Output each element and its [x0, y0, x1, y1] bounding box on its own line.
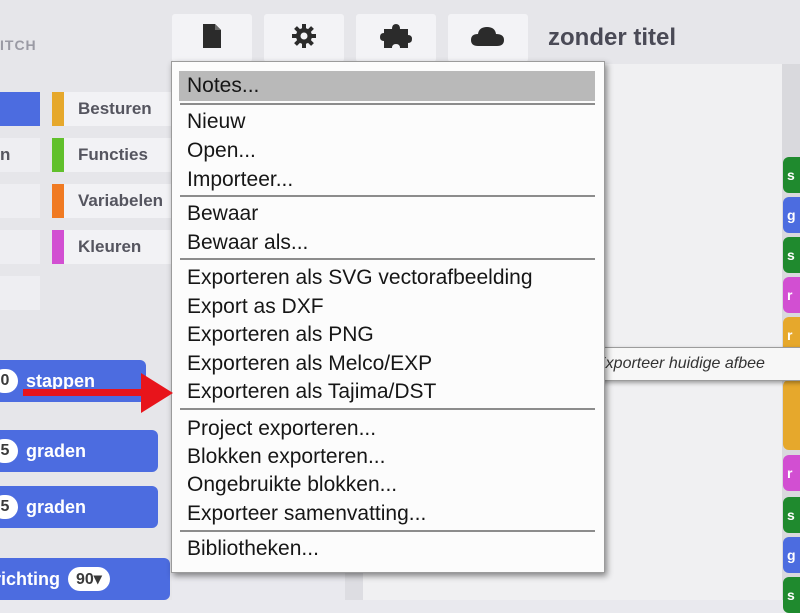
project-title: zonder titel	[548, 24, 677, 51]
menu-item-export-svg[interactable]: Exporteren als SVG vectorafbeelding	[187, 266, 533, 290]
menu-item-export-melco[interactable]: Exporteren als Melco/EXP	[187, 352, 432, 376]
category-color-bar	[52, 184, 64, 218]
menu-separator	[180, 195, 595, 197]
menu-item-notes[interactable]: Notes...	[179, 71, 595, 101]
menu-separator	[180, 103, 595, 105]
script-block[interactable]	[783, 380, 800, 450]
category-label: n	[0, 145, 11, 164]
direction-dropdown[interactable]: 90▾	[68, 567, 110, 591]
category-left-2[interactable]: n	[0, 138, 40, 172]
gear-icon	[290, 22, 318, 55]
block-label: graden	[26, 440, 87, 461]
script-block[interactable]: r	[783, 455, 800, 491]
menu-item-open[interactable]: Open...	[187, 139, 256, 163]
cloud-button[interactable]	[448, 14, 528, 62]
menu-item-save[interactable]: Bewaar	[187, 202, 258, 226]
category-left-3[interactable]	[0, 184, 40, 218]
menu-separator	[180, 258, 595, 260]
steps-input[interactable]: 0	[0, 369, 18, 393]
menu-item-export-blocks[interactable]: Blokken exporteren...	[187, 445, 385, 469]
category-functions[interactable]: Functies	[52, 138, 172, 172]
script-block[interactable]: s	[783, 577, 800, 613]
file-icon	[201, 23, 223, 54]
menu-item-import[interactable]: Importeer...	[187, 168, 293, 192]
settings-button[interactable]	[264, 14, 344, 62]
menu-item-export-project[interactable]: Project exporteren...	[187, 417, 376, 441]
block-label: richting	[0, 568, 60, 589]
top-bar: ITCH zonder titel	[0, 0, 800, 64]
script-block[interactable]: g	[783, 537, 800, 573]
script-block[interactable]: s	[783, 497, 800, 533]
category-color-bar	[52, 138, 64, 172]
category-motion[interactable]	[0, 92, 40, 126]
category-variables[interactable]: Variabelen	[52, 184, 172, 218]
category-left-5[interactable]	[0, 276, 40, 310]
menu-item-export-tajima[interactable]: Exporteren als Tajima/DST	[187, 380, 436, 404]
menu-item-save-as[interactable]: Bewaar als...	[187, 231, 308, 255]
menu-item-export-summary[interactable]: Exporteer samenvatting...	[187, 502, 426, 526]
category-left-4[interactable]	[0, 230, 40, 264]
category-colors[interactable]: Kleuren	[52, 230, 172, 264]
cloud-icon	[470, 24, 506, 53]
script-block[interactable]: g	[783, 197, 800, 233]
menu-item-export-dxf[interactable]: Export as DXF	[187, 295, 324, 319]
degrees-input[interactable]: 5	[0, 439, 18, 463]
turn-left-block[interactable]: 5 graden	[0, 486, 158, 528]
extensions-button[interactable]	[356, 14, 436, 62]
category-label: Variabelen	[78, 191, 164, 210]
script-block[interactable]: s	[783, 157, 800, 193]
category-color-bar	[52, 92, 64, 126]
category-color-bar	[52, 230, 64, 264]
category-control[interactable]: Besturen	[52, 92, 172, 126]
menu-item-libraries[interactable]: Bibliotheken...	[187, 537, 319, 561]
logo-text: ITCH	[0, 37, 37, 53]
category-label: Functies	[78, 145, 148, 164]
block-label: graden	[26, 496, 87, 517]
menu-item-new[interactable]: Nieuw	[187, 110, 245, 134]
category-label: Kleuren	[78, 237, 142, 256]
point-direction-block[interactable]: richting 90▾	[0, 558, 170, 600]
script-block[interactable]: s	[783, 237, 800, 273]
file-menu-button[interactable]	[172, 14, 252, 62]
annotation-arrow-icon	[23, 373, 173, 413]
menu-item-unused-blocks[interactable]: Ongebruikte blokken...	[187, 473, 397, 497]
file-menu: Notes... Nieuw Open... Importeer... Bewa…	[171, 61, 605, 573]
menu-item-export-png[interactable]: Exporteren als PNG	[187, 323, 374, 347]
degrees-input[interactable]: 5	[0, 495, 18, 519]
category-label: Besturen	[78, 99, 152, 118]
script-block[interactable]: r	[783, 277, 800, 313]
export-tooltip: Exporteer huidige afbee	[586, 347, 800, 381]
puzzle-icon	[380, 23, 412, 54]
menu-separator	[180, 408, 595, 410]
menu-separator	[180, 530, 595, 532]
turn-right-block[interactable]: 5 graden	[0, 430, 158, 472]
